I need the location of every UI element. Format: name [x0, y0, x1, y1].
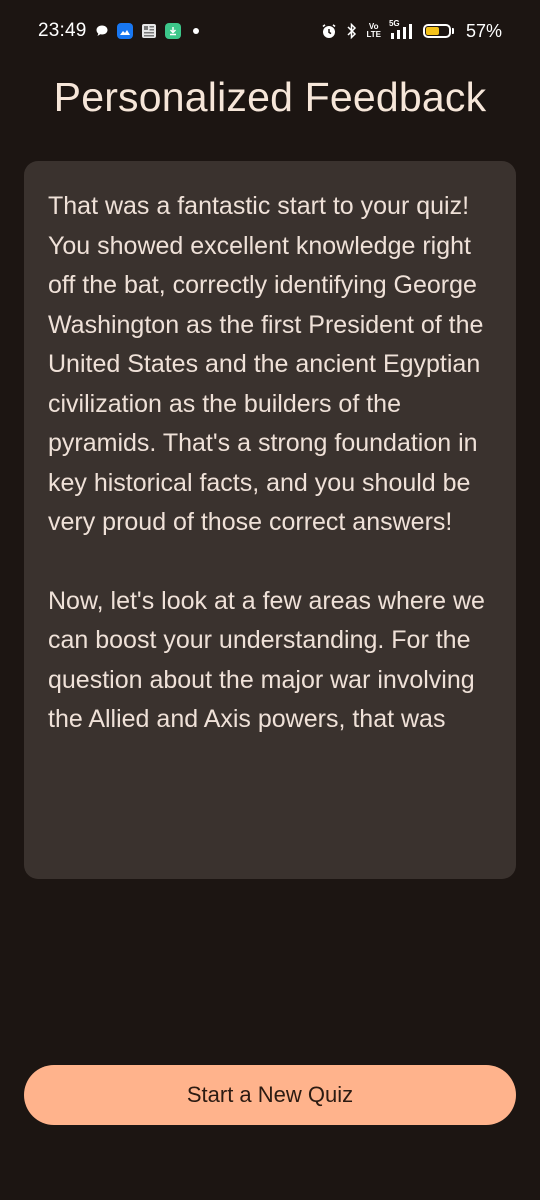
page-title: Personalized Feedback: [53, 74, 487, 120]
bluetooth-icon: [346, 22, 358, 40]
alarm-icon: [320, 22, 338, 40]
battery-percent: 57%: [465, 20, 502, 41]
signal-5g-icon: 5G: [389, 19, 415, 41]
feedback-card[interactable]: That was a fantastic start to your quiz!…: [24, 161, 516, 879]
status-time: 23:49: [38, 20, 87, 41]
chat-bubble-icon: [95, 24, 109, 38]
more-notifications-dot-icon: [192, 28, 199, 34]
status-bar-right: Vo LTE 5G 57%: [320, 19, 502, 42]
volte-label-bottom: LTE: [366, 30, 381, 39]
battery-icon: [422, 24, 454, 38]
status-bar: 23:49 Vo LTE 5G 57%: [0, 0, 540, 62]
download-icon: [164, 23, 181, 39]
feedback-paragraph: Now, let's look at a few areas where we …: [48, 586, 485, 734]
volte-icon: Vo LTE: [366, 23, 381, 39]
start-new-quiz-button[interactable]: Start a New Quiz: [24, 1065, 516, 1125]
feedback-paragraph: That was a fantastic start to your quiz!…: [48, 192, 484, 536]
news-app-icon: [141, 23, 157, 39]
gallery-app-icon: [116, 23, 133, 39]
status-bar-left: 23:49: [38, 20, 199, 42]
battery-level-fill: [425, 27, 439, 35]
